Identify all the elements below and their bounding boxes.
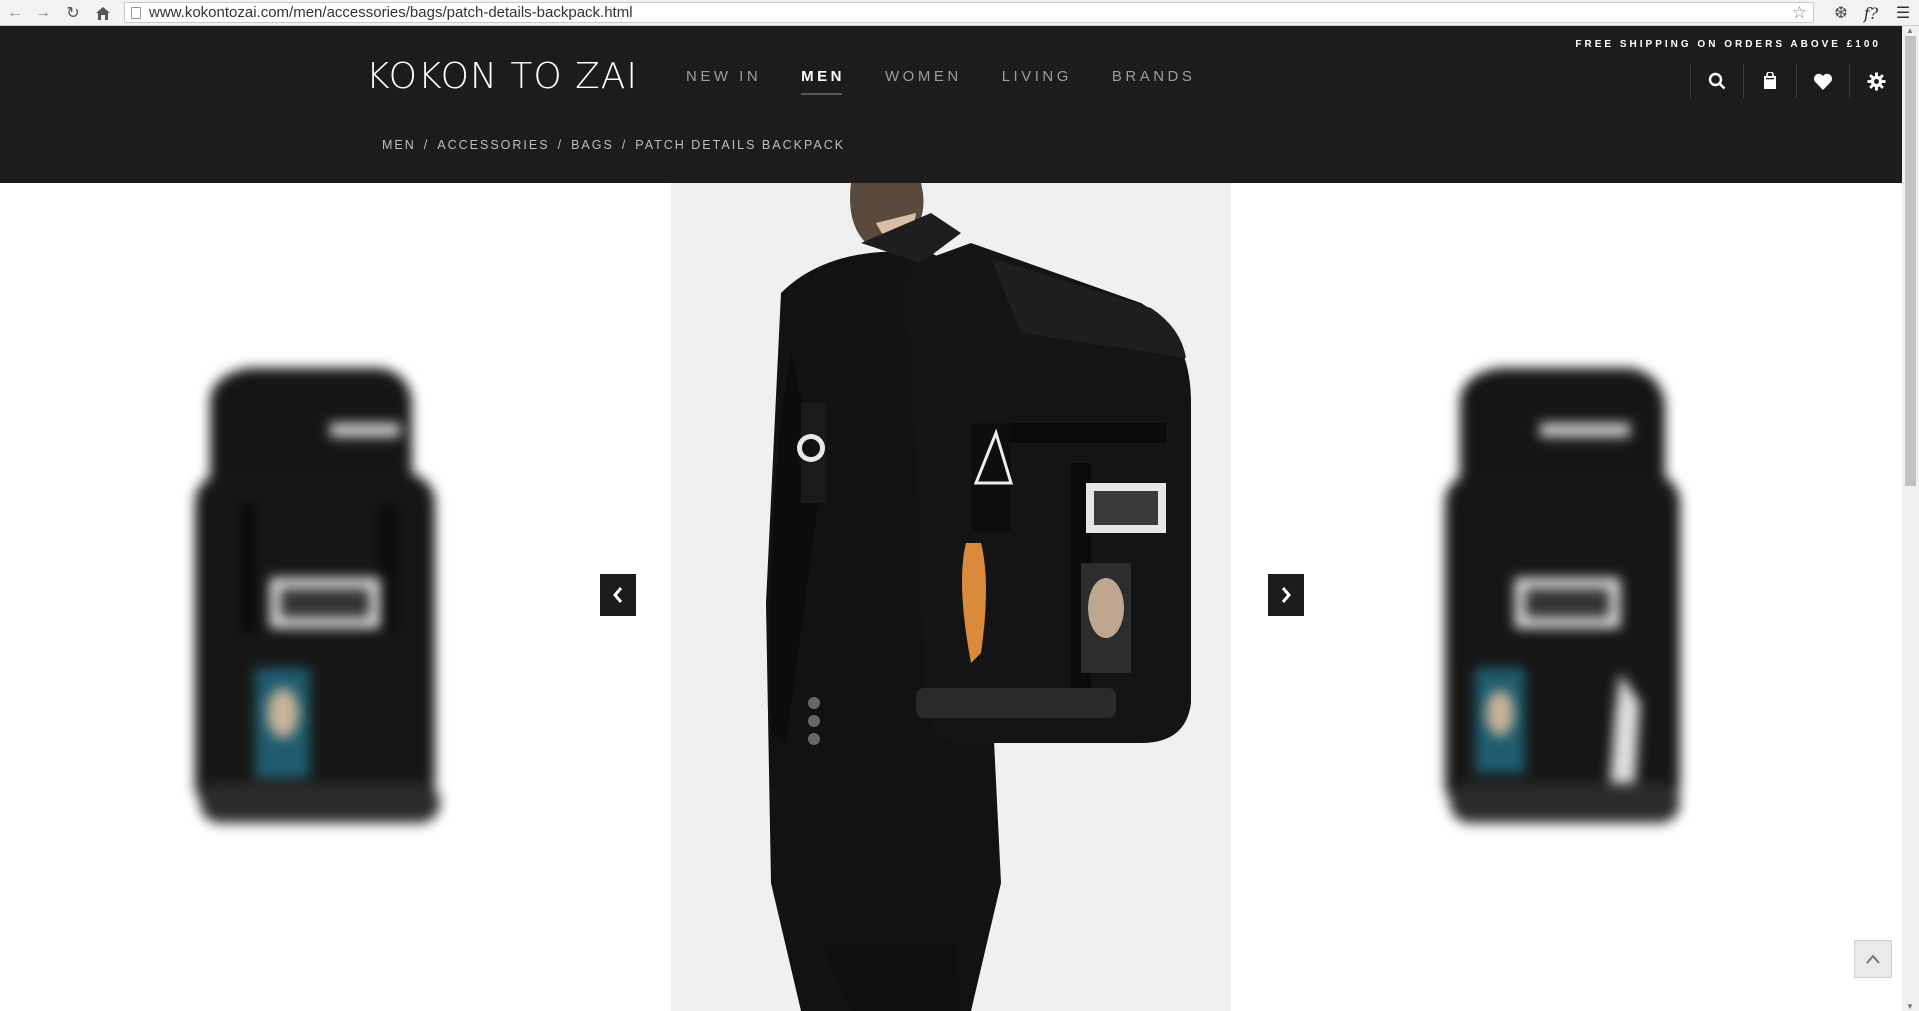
gear-icon[interactable] [1849,64,1902,98]
site-header: KOKON TO ZAI NEW IN MEN WOMEN LIVING BRA… [0,26,1902,183]
extension-icon[interactable]: ❆ [1830,2,1852,24]
page-scrollbar[interactable]: ▲ ▼ [1902,26,1919,1011]
breadcrumb-separator: / [423,138,430,152]
bookmark-star-icon[interactable]: ☆ [1792,3,1807,23]
chevron-left-icon [613,587,623,603]
chevron-right-icon [1281,587,1291,603]
product-image-backpack-front[interactable] [0,183,640,1011]
product-image-carousel [0,183,1902,1011]
breadcrumb-separator: / [621,138,628,152]
back-icon[interactable]: ← [4,2,26,24]
scroll-up-arrow-icon[interactable]: ▲ [1906,26,1914,35]
header-icons [1690,64,1902,98]
font-extension-icon[interactable]: f? [1860,2,1882,24]
page-icon [131,6,141,19]
scroll-down-arrow-icon[interactable]: ▼ [1906,1002,1914,1011]
shipping-notice: FREE SHIPPING ON ORDERS ABOVE £100 [1575,39,1881,50]
heart-icon[interactable] [1796,64,1849,98]
menu-icon[interactable]: ☰ [1892,2,1914,24]
reload-icon[interactable]: ↻ [62,2,84,24]
address-bar[interactable]: www.kokontozai.com/men/accessories/bags/… [124,2,1814,23]
product-image-backpack-side[interactable] [1260,183,1902,1011]
nav-brands[interactable]: BRANDS [1112,68,1196,95]
main-nav: NEW IN MEN WOMEN LIVING BRANDS [686,68,1235,95]
browser-toolbar: ← → ↻ www.kokontozai.com/men/accessories… [0,0,1919,26]
forward-icon[interactable]: → [32,2,54,24]
scroll-thumb[interactable] [1905,36,1916,486]
home-icon[interactable] [92,2,114,24]
back-to-top-button[interactable] [1854,940,1892,978]
product-image-model-wearing-backpack[interactable] [671,183,1231,1011]
breadcrumb-bags[interactable]: BAGS [571,138,614,152]
carousel-next-button[interactable] [1268,574,1304,616]
breadcrumb-men[interactable]: MEN [382,138,416,152]
nav-men[interactable]: MEN [801,68,845,95]
url-text: www.kokontozai.com/men/accessories/bags/… [149,4,633,21]
nav-living[interactable]: LIVING [1002,68,1072,95]
nav-new-in[interactable]: NEW IN [686,68,761,95]
breadcrumb: MEN / ACCESSORIES / BAGS / PATCH DETAILS… [382,138,845,152]
shopping-bag-icon[interactable] [1743,64,1796,98]
carousel-prev-button[interactable] [600,574,636,616]
chevron-up-icon [1866,954,1880,964]
breadcrumb-current: PATCH DETAILS BACKPACK [635,138,846,152]
site-logo[interactable]: KOKON TO ZAI [366,56,638,97]
breadcrumb-separator: / [557,138,564,152]
search-icon[interactable] [1690,64,1743,98]
nav-women[interactable]: WOMEN [885,68,962,95]
breadcrumb-accessories[interactable]: ACCESSORIES [437,138,549,152]
